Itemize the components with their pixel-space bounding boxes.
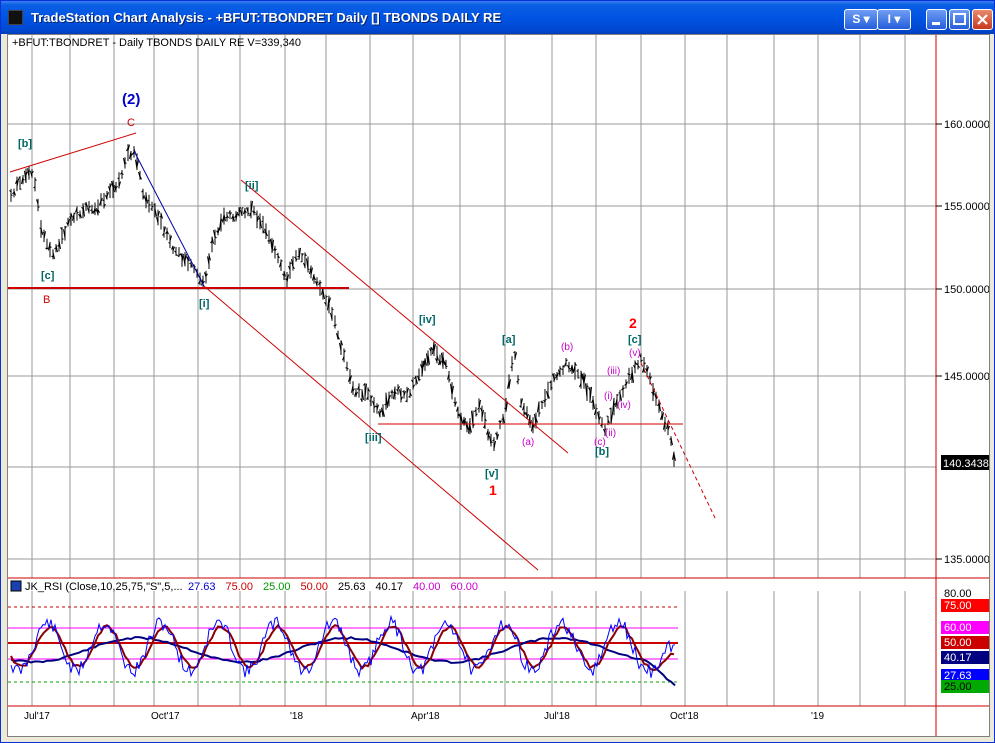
price-bar-open: [153, 204, 156, 206]
projection-dashed-line: [640, 362, 717, 521]
wave-label-w2-primary: (2): [122, 91, 140, 108]
wave-label-b-small: (b): [561, 342, 573, 353]
last-price-label: 140.3438: [943, 458, 989, 470]
date-tick-label: Jul'17: [24, 711, 50, 722]
blue-trendline: [133, 150, 205, 287]
wave-label-i-small: (i): [604, 391, 613, 402]
price-bar-open: [150, 208, 153, 210]
price-tick-label: 145.0000: [944, 371, 989, 383]
wave-label-b-top: [b]: [18, 138, 32, 150]
rsi-axis-label: 75.00: [944, 600, 972, 612]
rsi-header-values: 27.63 75.00 25.00 50.00 25.63 40.17 40.00 60.00: [188, 581, 478, 593]
price-bar-close: [448, 379, 451, 381]
wave-label-c-bracket: [c]: [628, 334, 642, 346]
price-bar-open: [51, 255, 54, 258]
wave-label-one: 1: [489, 482, 497, 498]
price-bar-close: [46, 247, 49, 250]
wave-label-i: [i]: [199, 298, 210, 310]
rsi-axis-label: 40.17: [944, 652, 972, 664]
wave-label-a-top: [a]: [502, 334, 516, 346]
close-button[interactable]: [972, 9, 993, 30]
wave-label-iii-small: (iii): [607, 366, 620, 377]
minimize-icon: [932, 22, 940, 25]
rsi-header-value: 40.00: [413, 581, 441, 593]
symbol-link-button[interactable]: S ▾: [844, 9, 878, 30]
date-tick-label: '19: [811, 711, 824, 722]
wave-label-ii-small: (ii): [605, 428, 616, 439]
wave-label-c-top: C: [127, 117, 135, 129]
wave-label-iv: [iv]: [419, 314, 436, 326]
rsi-axis-label: 60.00: [944, 622, 972, 634]
wave-label-a-small: (a): [522, 437, 534, 448]
wave-label-B: B: [43, 294, 50, 306]
channel-upper-line: [240, 179, 569, 454]
rsi-axis: 80.0075.0060.0050.0040.1727.6325.00: [941, 588, 990, 693]
app-icon[interactable]: [8, 10, 23, 25]
date-tick-label: Oct'17: [151, 711, 180, 722]
wave-label-ii: [ii]: [245, 180, 259, 192]
rsi-axis-label: 50.00: [944, 637, 972, 649]
price-tick-label: 155.0000: [944, 201, 989, 213]
channel-lower-line: [203, 285, 539, 571]
close-icon: [977, 14, 988, 25]
window-title: TradeStation Chart Analysis - +BFUT:TBON…: [31, 10, 502, 25]
price-bar-close: [568, 367, 571, 370]
price-bars: [9, 144, 676, 467]
wave-label-iv-small: (iv): [617, 400, 631, 411]
price-tick-label: 160.0000: [944, 119, 989, 131]
date-tick-label: Jul'18: [544, 711, 570, 722]
wave-label-two: 2: [629, 315, 637, 331]
price-bar-close: [511, 362, 514, 365]
price-tick-label: 150.0000: [944, 284, 989, 296]
horizontal-gridlines: [8, 123, 936, 560]
rsi-header-value: 60.00: [451, 581, 479, 593]
price-bar-close: [595, 408, 598, 410]
wave-label-b-bracket: [b]: [595, 446, 609, 458]
info-button[interactable]: I ▾: [877, 9, 911, 30]
chart-header: +BFUT:TBONDRET - Daily TBONDS DAILY RE V…: [12, 37, 301, 49]
wave-label-v: [v]: [485, 468, 499, 480]
price-bar-open: [648, 376, 651, 378]
price-bar-open: [498, 420, 501, 423]
price-bar-close: [175, 254, 178, 256]
price-axis: 160.0000 155.0000 150.0000 145.0000 135.…: [936, 119, 990, 566]
price-tick-label: 135.0000: [944, 554, 989, 566]
indicator-icon[interactable]: [10, 580, 22, 592]
rsi-header-value: 75.00: [226, 581, 254, 593]
price-bar-open: [345, 367, 348, 369]
rsi-axis-label: 80.00: [944, 588, 972, 600]
rsi-fast-line: [10, 614, 676, 678]
wave-label-c-low: [c]: [41, 270, 55, 282]
rsi-axis-label: 25.00: [944, 681, 972, 693]
rsi-header-name: JK_RSI (Close,10,25,75,"S",5,...: [25, 581, 183, 593]
rsi-header-value: 50.00: [301, 581, 329, 593]
rsi-header-value: 27.63: [188, 581, 216, 593]
maximize-icon: [953, 13, 966, 25]
price-bar-close: [49, 246, 52, 248]
chart-area[interactable]: +BFUT:TBONDRET - Daily TBONDS DAILY RE V…: [7, 34, 990, 737]
wave-label-iii: [iii]: [365, 432, 382, 444]
date-tick-label: '18: [290, 711, 303, 722]
chart-window: TradeStation Chart Analysis - +BFUT:TBON…: [0, 0, 995, 743]
rsi-header-value: 40.17: [376, 581, 404, 593]
minimize-button[interactable]: [926, 9, 947, 30]
price-bar-open: [384, 403, 387, 406]
maximize-button[interactable]: [949, 9, 970, 30]
rsi-header-value: 25.00: [263, 581, 291, 593]
date-tick-label: Apr'18: [411, 711, 440, 722]
price-bar-close: [445, 365, 448, 368]
rsi-header-value: 25.63: [338, 581, 366, 593]
title-bar[interactable]: TradeStation Chart Analysis - +BFUT:TBON…: [1, 1, 994, 34]
wave-label-v-small: (v): [629, 348, 641, 359]
date-axis: Jul'17 Oct'17 '18 Apr'18 Jul'18 Oct'18 '…: [24, 711, 824, 722]
price-bar-open: [369, 400, 372, 402]
date-tick-label: Oct'18: [670, 711, 699, 722]
